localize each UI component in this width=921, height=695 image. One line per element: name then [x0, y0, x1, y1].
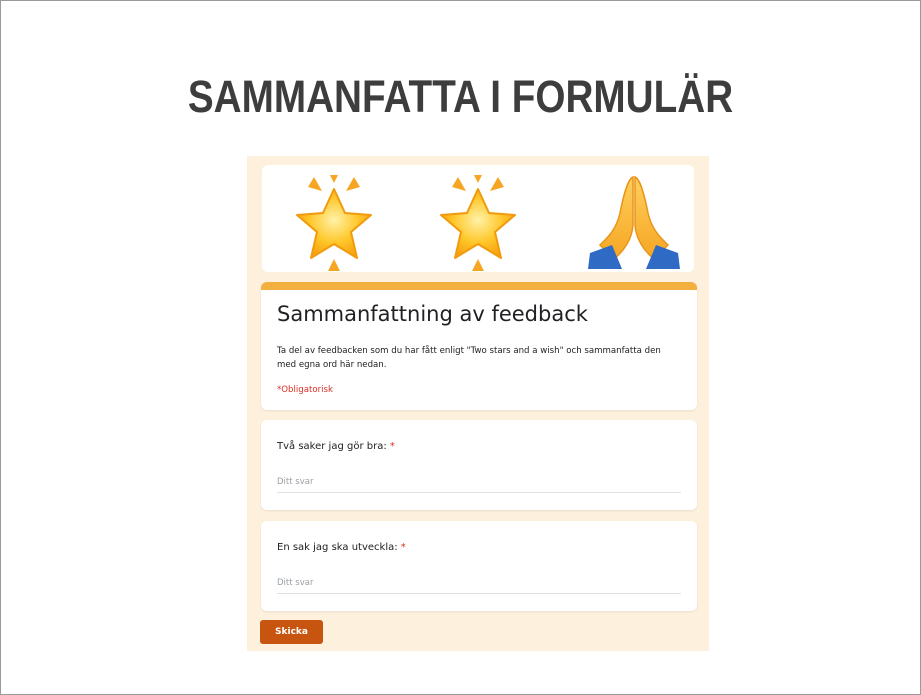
- required-asterisk: *: [400, 542, 406, 553]
- slide-title: SAMMANFATTA I FORMULÄR: [187, 71, 734, 122]
- question-label-text: En sak jag ska utveckla:: [277, 542, 398, 553]
- required-note: *Obligatorisk: [277, 385, 334, 395]
- required-asterisk: *: [389, 441, 395, 452]
- question-label: En sak jag ska utveckla: *: [277, 542, 406, 553]
- submit-button[interactable]: Skicka: [260, 620, 323, 644]
- form-banner-image: [262, 165, 694, 272]
- form-container: Sammanfattning av feedback Ta del av fee…: [247, 156, 709, 651]
- question-label-text: Två saker jag gör bra:: [277, 441, 387, 452]
- question-card: Två saker jag gör bra: *: [261, 420, 697, 510]
- question-label: Två saker jag gör bra: *: [277, 441, 395, 452]
- form-header-card: Sammanfattning av feedback Ta del av fee…: [261, 282, 697, 410]
- question-card: En sak jag ska utveckla: *: [261, 521, 697, 611]
- answer-input[interactable]: [277, 573, 681, 594]
- form-title: Sammanfattning av feedback: [277, 302, 588, 326]
- slide: SAMMANFATTA I FORMULÄR Sammanfattning av…: [0, 0, 921, 695]
- form-description: Ta del av feedbacken som du har fått enl…: [277, 346, 661, 370]
- praying-hands-icon: [588, 175, 680, 269]
- answer-input[interactable]: [277, 472, 681, 493]
- sparkle-star-icon: [296, 175, 372, 271]
- sparkle-star-icon: [440, 175, 516, 271]
